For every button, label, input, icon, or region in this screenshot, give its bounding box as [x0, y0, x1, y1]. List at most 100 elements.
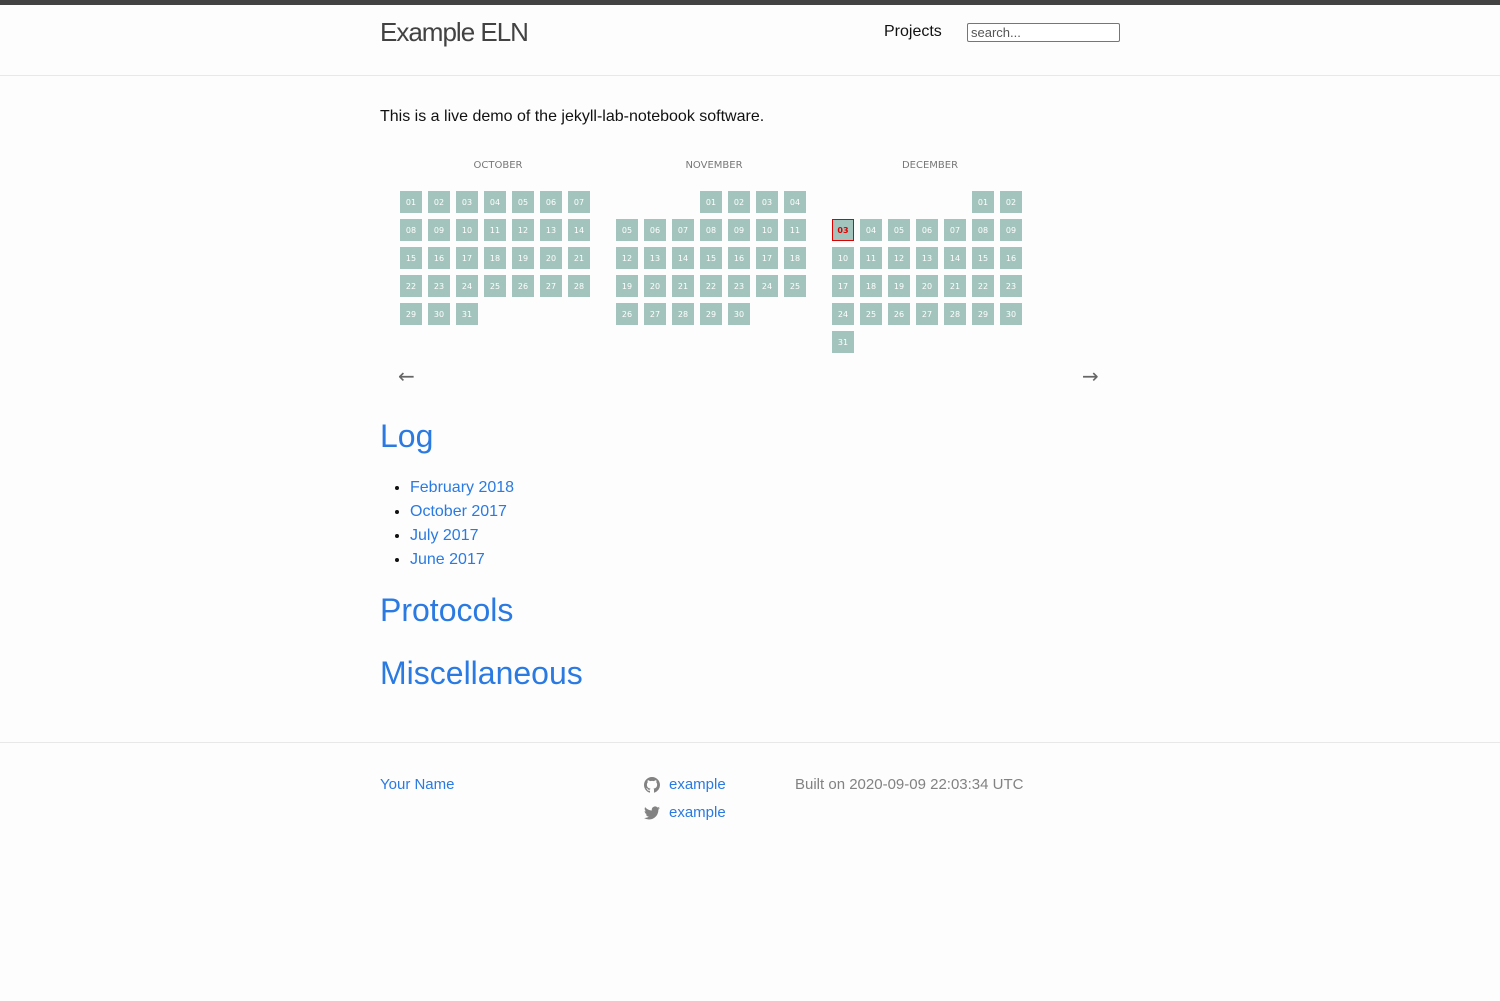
- calendar-day[interactable]: 17: [456, 247, 478, 269]
- calendar-day[interactable]: 14: [672, 247, 694, 269]
- calendar-day[interactable]: 23: [428, 275, 450, 297]
- calendar-day-today[interactable]: 03: [832, 219, 854, 241]
- calendar-day[interactable]: 10: [456, 219, 478, 241]
- site-title[interactable]: Example ELN: [380, 17, 529, 48]
- calendar-day[interactable]: 26: [512, 275, 534, 297]
- calendar-day[interactable]: 02: [728, 191, 750, 213]
- calendar-day[interactable]: 08: [400, 219, 422, 241]
- calendar-day[interactable]: 18: [784, 247, 806, 269]
- calendar-day[interactable]: 02: [1000, 191, 1022, 213]
- calendar-day[interactable]: 12: [888, 247, 910, 269]
- calendar-day[interactable]: 11: [860, 247, 882, 269]
- calendar-day[interactable]: 10: [832, 247, 854, 269]
- calendar-day[interactable]: 11: [784, 219, 806, 241]
- calendar-day[interactable]: 17: [832, 275, 854, 297]
- footer-name-link[interactable]: Your Name: [380, 776, 455, 793]
- log-link-oct-2017[interactable]: October 2017: [410, 503, 507, 520]
- calendar-day[interactable]: 09: [728, 219, 750, 241]
- calendar-day[interactable]: 30: [428, 303, 450, 325]
- calendar-day[interactable]: 07: [944, 219, 966, 241]
- calendar-day[interactable]: 18: [860, 275, 882, 297]
- log-link-feb-2018[interactable]: February 2018: [410, 479, 514, 496]
- calendar-day[interactable]: 11: [484, 219, 506, 241]
- calendar-day[interactable]: 19: [888, 275, 910, 297]
- calendar-day[interactable]: 16: [1000, 247, 1022, 269]
- calendar-day[interactable]: 13: [644, 247, 666, 269]
- calendar-day[interactable]: 31: [456, 303, 478, 325]
- calendar-day[interactable]: 13: [916, 247, 938, 269]
- calendar-day[interactable]: 14: [944, 247, 966, 269]
- calendar-day[interactable]: 05: [512, 191, 534, 213]
- calendar-day[interactable]: 01: [400, 191, 422, 213]
- calendar-day[interactable]: 03: [756, 191, 778, 213]
- log-link-jul-2017[interactable]: July 2017: [410, 527, 479, 544]
- calendar-day[interactable]: 27: [644, 303, 666, 325]
- nav-projects-link[interactable]: Projects: [884, 23, 942, 41]
- calendar-day[interactable]: 21: [672, 275, 694, 297]
- twitter-username-link[interactable]: example: [669, 804, 726, 821]
- calendar-day[interactable]: 07: [568, 191, 590, 213]
- log-heading[interactable]: Log: [380, 418, 433, 455]
- next-month-arrow[interactable]: →: [1082, 364, 1099, 388]
- calendar-day[interactable]: 29: [972, 303, 994, 325]
- calendar-day[interactable]: 27: [540, 275, 562, 297]
- calendar-day[interactable]: 24: [832, 303, 854, 325]
- calendar-day[interactable]: 06: [540, 191, 562, 213]
- calendar-day[interactable]: 15: [972, 247, 994, 269]
- github-username-link[interactable]: example: [669, 776, 726, 793]
- calendar-day[interactable]: 08: [972, 219, 994, 241]
- calendar-day[interactable]: 13: [540, 219, 562, 241]
- calendar-day[interactable]: 30: [1000, 303, 1022, 325]
- calendar-day[interactable]: 16: [428, 247, 450, 269]
- calendar-day[interactable]: 04: [784, 191, 806, 213]
- calendar-day[interactable]: 22: [700, 275, 722, 297]
- calendar-day[interactable]: 07: [672, 219, 694, 241]
- calendar-day[interactable]: 09: [1000, 219, 1022, 241]
- calendar-day[interactable]: 22: [400, 275, 422, 297]
- calendar-day[interactable]: 18: [484, 247, 506, 269]
- calendar-day[interactable]: 22: [972, 275, 994, 297]
- calendar-day[interactable]: 28: [944, 303, 966, 325]
- calendar-day[interactable]: 24: [756, 275, 778, 297]
- calendar-day[interactable]: 06: [644, 219, 666, 241]
- calendar-day[interactable]: 15: [700, 247, 722, 269]
- calendar-day[interactable]: 30: [728, 303, 750, 325]
- github-link-row[interactable]: example: [644, 776, 726, 793]
- calendar-day[interactable]: 12: [616, 247, 638, 269]
- calendar-day[interactable]: 25: [860, 303, 882, 325]
- calendar-day[interactable]: 01: [972, 191, 994, 213]
- calendar-day[interactable]: 05: [888, 219, 910, 241]
- prev-month-arrow[interactable]: ←: [398, 364, 415, 388]
- calendar-day[interactable]: 20: [540, 247, 562, 269]
- calendar-day[interactable]: 20: [644, 275, 666, 297]
- calendar-day[interactable]: 04: [860, 219, 882, 241]
- calendar-day[interactable]: 19: [512, 247, 534, 269]
- calendar-day[interactable]: 15: [400, 247, 422, 269]
- calendar-day[interactable]: 29: [700, 303, 722, 325]
- calendar-day[interactable]: 28: [672, 303, 694, 325]
- log-link-jun-2017[interactable]: June 2017: [410, 551, 485, 568]
- calendar-day[interactable]: 19: [616, 275, 638, 297]
- calendar-day[interactable]: 02: [428, 191, 450, 213]
- calendar-day[interactable]: 04: [484, 191, 506, 213]
- calendar-day[interactable]: 01: [700, 191, 722, 213]
- calendar-day[interactable]: 21: [944, 275, 966, 297]
- calendar-day[interactable]: 23: [1000, 275, 1022, 297]
- calendar-day[interactable]: 17: [756, 247, 778, 269]
- twitter-link-row[interactable]: example: [644, 804, 726, 821]
- calendar-day[interactable]: 27: [916, 303, 938, 325]
- calendar-day[interactable]: 06: [916, 219, 938, 241]
- calendar-day[interactable]: 14: [568, 219, 590, 241]
- calendar-day[interactable]: 24: [456, 275, 478, 297]
- calendar-day[interactable]: 29: [400, 303, 422, 325]
- calendar-day[interactable]: 26: [888, 303, 910, 325]
- calendar-day[interactable]: 25: [784, 275, 806, 297]
- calendar-day[interactable]: 31: [832, 331, 854, 353]
- calendar-day[interactable]: 05: [616, 219, 638, 241]
- calendar-day[interactable]: 21: [568, 247, 590, 269]
- calendar-day[interactable]: 12: [512, 219, 534, 241]
- calendar-day[interactable]: 03: [456, 191, 478, 213]
- calendar-day[interactable]: 10: [756, 219, 778, 241]
- calendar-day[interactable]: 08: [700, 219, 722, 241]
- calendar-day[interactable]: 16: [728, 247, 750, 269]
